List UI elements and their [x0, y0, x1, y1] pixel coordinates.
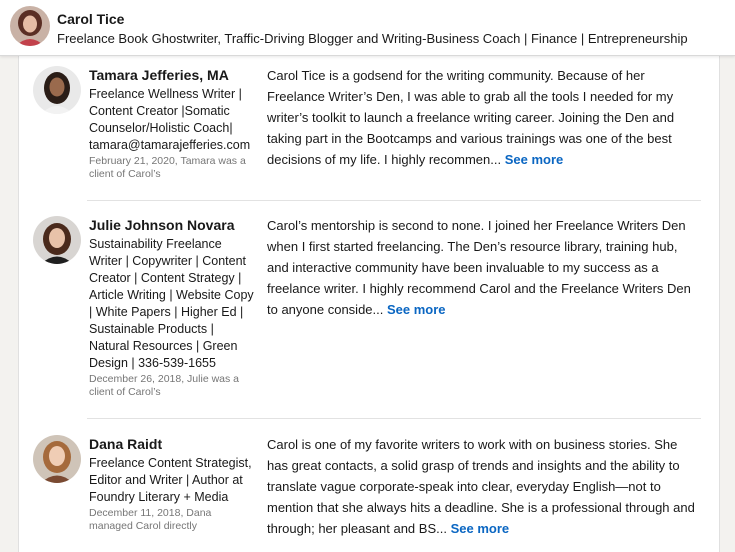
avatar[interactable]: [33, 435, 81, 483]
recommendation-date: December 11, 2018, Dana managed Carol di…: [89, 507, 212, 532]
profile-header: Carol Tice Freelance Book Ghostwriter, T…: [0, 0, 735, 56]
profile-name[interactable]: Carol Tice: [57, 11, 124, 27]
divider: [87, 200, 701, 201]
recommender-name[interactable]: Tamara Jefferies, MA: [89, 66, 254, 84]
see-more-link[interactable]: See more: [451, 521, 510, 536]
recommender-name[interactable]: Dana Raidt: [89, 435, 254, 453]
avatar[interactable]: [33, 66, 81, 114]
recommendation-body: Carol’s mentorship is second to none. I …: [267, 218, 691, 317]
see-more-link[interactable]: See more: [505, 152, 564, 167]
recommender-name[interactable]: Julie Johnson Novara: [89, 216, 254, 234]
divider: [87, 418, 701, 419]
recommender-headline: Sustainability Freelance Writer | Copywr…: [89, 237, 254, 370]
recommendations-list: Tamara Jefferies, MA Freelance Wellness …: [18, 56, 720, 552]
recommendation-text: Carol is one of my favorite writers to w…: [267, 434, 701, 539]
recommendation-date: February 21, 2020, Tamara was a client o…: [89, 155, 246, 180]
recommendation-body: Carol Tice is a godsend for the writing …: [267, 68, 675, 167]
avatar[interactable]: [33, 216, 81, 264]
recommendation-text: Carol Tice is a godsend for the writing …: [267, 65, 701, 170]
profile-headline: Freelance Book Ghostwriter, Traffic-Driv…: [57, 31, 688, 46]
recommender-headline: Freelance Content Strategist, Editor and…: [89, 456, 252, 504]
see-more-link[interactable]: See more: [387, 302, 446, 317]
avatar[interactable]: [10, 6, 50, 46]
recommendation-date: December 26, 2018, Julie was a client of…: [89, 373, 239, 398]
recommender-headline: Freelance Wellness Writer | Content Crea…: [89, 87, 251, 152]
recommendation-text: Carol’s mentorship is second to none. I …: [267, 215, 701, 320]
